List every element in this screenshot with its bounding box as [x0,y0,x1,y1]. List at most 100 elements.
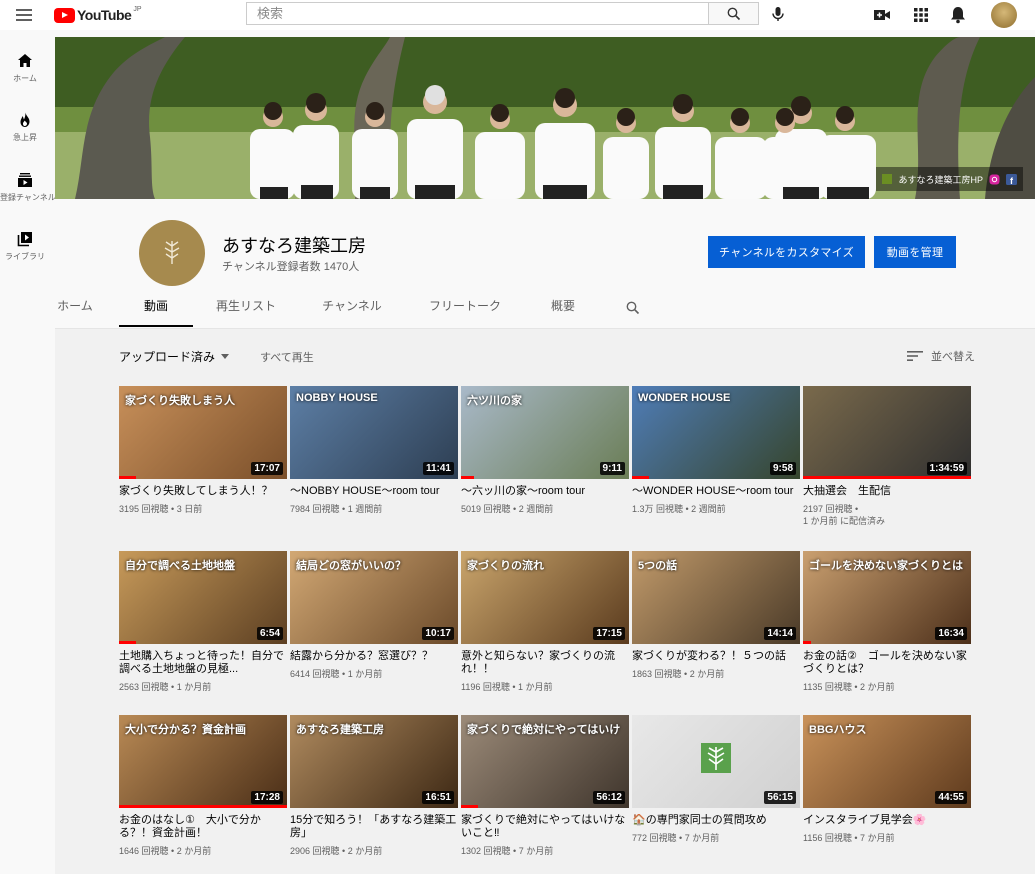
video-thumbnail[interactable]: 六ツ川の家 9:11 [461,386,629,479]
video-thumbnail[interactable]: ゴールを決めない家づくりとは 16:34 [803,551,971,644]
channel-avatar[interactable] [139,220,205,286]
video-card[interactable]: 家づくりで絶対にやってはいけ 56:12 家づくりで絶対にやってはいけないこと‼ 13… [461,715,629,857]
video-title[interactable]: インスタライブ見学会🌸 [803,814,971,827]
uploads-label: アップロード済み [119,350,216,364]
video-thumbnail[interactable]: 自分で調べる土地地盤 6:54 [119,551,287,644]
caret-down-icon [221,353,230,359]
video-card[interactable]: 1:34:59 大抽選会 生配信 2197 回視聴 • 1 か月前 に配信済み [803,386,971,527]
sidebar-item-library[interactable]: ライブラリ [0,230,50,280]
apps-grid-icon[interactable] [911,5,931,25]
search-input[interactable] [246,2,708,25]
tab-home[interactable]: ホーム [55,294,95,325]
channel-banner: あすなろ建築工房HP f [55,37,1035,199]
search-button[interactable] [708,2,759,25]
channel-search-icon[interactable] [626,301,640,315]
video-metadata: 1302 回視聴 • 7 か月前 [461,845,629,857]
tab-videos[interactable]: 動画 [119,294,193,327]
video-title[interactable]: 大抽選会 生配信 [803,485,971,498]
video-title[interactable]: 家づくりが変わる？！５つの話 [632,650,800,663]
video-card[interactable]: 56:15 🏠の専門家同士の質問攻め 772 回視聴 • 7 か月前 [632,715,800,844]
video-duration: 17:15 [593,627,625,640]
video-title[interactable]: 家づくりで絶対にやってはいけないこと‼ [461,814,629,840]
tab-playlists[interactable]: 再生リスト [211,294,281,325]
watch-progress-bar [119,641,136,644]
trending-icon [20,112,30,127]
video-title[interactable]: 15分で知ろう！「あすなろ建築工房」 [290,814,458,840]
thumbnail-caption: 5つの話 [638,560,678,572]
video-thumbnail[interactable]: NOBBY HOUSE 11:41 [290,386,458,479]
uploads-dropdown[interactable]: アップロード済み [119,348,230,365]
video-card[interactable]: 六ツ川の家 9:11 〜六ッ川の家〜room tour 5019 回視聴 • 2 週間… [461,386,629,515]
youtube-logo[interactable]: YouTube JP [54,5,141,25]
video-card[interactable]: BBGハウス 44:55 インスタライブ見学会🌸 1156 回視聴 • 7 か月前 [803,715,971,844]
video-card[interactable]: ゴールを決めない家づくりとは 16:34 お金の話② ゴールを決めない家づくりとは？… [803,551,971,693]
video-title[interactable]: 結露から分かる？窓選び？？ [290,650,458,663]
play-all-link[interactable]: すべて再生 [260,349,314,365]
meta-separator: • [339,669,348,679]
youtube-play-icon [54,7,75,23]
video-thumbnail[interactable]: 5つの話 14:14 [632,551,800,644]
view-count: 3195 回視聴 [119,504,169,514]
upload-age: 2 週間前 [518,504,554,514]
video-thumbnail[interactable]: 家づくりの流れ 17:15 [461,551,629,644]
create-video-icon[interactable] [872,5,892,25]
hamburger-menu-icon[interactable] [14,5,34,25]
notifications-bell-icon[interactable] [948,5,968,25]
video-thumbnail[interactable]: 家づくりで絶対にやってはいけ 56:12 [461,715,629,808]
video-title[interactable]: 〜NOBBY HOUSE〜room tour [290,485,458,498]
account-avatar[interactable] [991,2,1017,28]
video-title[interactable]: お金の話② ゴールを決めない家づくりとは？ [803,650,971,676]
view-count: 1.3万 回視聴 [632,504,684,514]
instagram-icon[interactable] [989,174,1000,185]
video-thumbnail[interactable]: 56:15 [632,715,800,808]
tab-channels[interactable]: チャンネル [317,294,387,325]
video-title[interactable]: 〜六ッ川の家〜room tour [461,485,629,498]
video-thumbnail[interactable]: 家づくり失敗しまう人 17:07 [119,386,287,479]
view-count: 1156 回視聴 [803,833,852,843]
video-thumbnail[interactable]: 1:34:59 [803,386,971,479]
video-duration: 16:34 [935,627,967,640]
website-favicon-icon [882,174,893,184]
video-card[interactable]: あすなろ建築工房 16:51 15分で知ろう！「あすなろ建築工房」 2906 回視聴 … [290,715,458,857]
sort-by-button[interactable]: 並べ替え [907,348,975,364]
video-card[interactable]: 家づくりの流れ 17:15 意外と知らない？家づくりの流れ！！ 1196 回視聴 • … [461,551,629,693]
video-thumbnail[interactable]: BBGハウス 44:55 [803,715,971,808]
video-title[interactable]: 意外と知らない？家づくりの流れ！！ [461,650,629,676]
facebook-icon[interactable]: f [1006,173,1017,185]
website-link[interactable]: あすなろ建築工房HP [898,173,983,186]
video-thumbnail[interactable]: 大小で分かる？資金計画 17:28 [119,715,287,808]
upload-age: 1 か月前 [176,682,212,692]
video-title[interactable]: 土地購入ちょっと待った！自分で調べる土地地盤の見極... [119,650,287,676]
channel-name: あすなろ建築工房 [222,236,366,256]
video-card[interactable]: 自分で調べる土地地盤 6:54 土地購入ちょっと待った！自分で調べる土地地盤の見極.… [119,551,287,693]
video-thumbnail[interactable]: あすなろ建築工房 16:51 [290,715,458,808]
sidebar-item-home[interactable]: ホーム [0,52,50,102]
video-card[interactable]: 5つの話 14:14 家づくりが変わる？！５つの話 1863 回視聴 • 2 か月前 [632,551,800,680]
customize-channel-button[interactable]: チャンネルをカスタマイズ [708,236,865,268]
meta-separator: • [681,669,690,679]
meta-separator: • [339,504,348,514]
video-card[interactable]: 家づくり失敗しまう人 17:07 家づくり失敗してしまう人！？ 3195 回視聴 • … [119,386,287,515]
tab-free-talk[interactable]: フリートーク [425,294,505,325]
video-duration: 44:55 [935,791,967,804]
video-card[interactable]: 結局どの窓がいいの？ 10:17 結露から分かる？窓選び？？ 6414 回視聴 • 1… [290,551,458,680]
video-title[interactable]: 〜WONDER HOUSE〜room tour [632,485,800,498]
video-title[interactable]: 🏠の専門家同士の質問攻め [632,814,800,827]
video-thumbnail[interactable]: 結局どの窓がいいの？ 10:17 [290,551,458,644]
video-card[interactable]: WONDER HOUSE 9:58 〜WONDER HOUSE〜room tour 1… [632,386,800,515]
video-card[interactable]: NOBBY HOUSE 11:41 〜NOBBY HOUSE〜room tour 79… [290,386,458,515]
sidebar-label: 急上昇 [13,133,37,142]
sidebar-item-trending[interactable]: 急上昇 [0,111,50,161]
manage-videos-button[interactable]: 動画を管理 [874,236,956,268]
video-title[interactable]: お金のはなし① 大小で分かる？！資金計画！ [119,814,287,840]
microphone-icon[interactable] [769,5,787,23]
video-title[interactable]: 家づくり失敗してしまう人！？ [119,485,287,498]
meta-separator: • [683,504,692,514]
upload-age: 3 日前 [176,504,203,514]
video-card[interactable]: 大小で分かる？資金計画 17:28 お金のはなし① 大小で分かる？！資金計画！ 164… [119,715,287,857]
sidebar-item-subscriptions[interactable]: 登録チャンネル [0,171,56,221]
tab-about[interactable]: 概要 [543,294,583,325]
library-icon [17,232,32,247]
video-thumbnail[interactable]: WONDER HOUSE 9:58 [632,386,800,479]
subscriber-count: チャンネル登録者数 1470人 [222,261,360,273]
